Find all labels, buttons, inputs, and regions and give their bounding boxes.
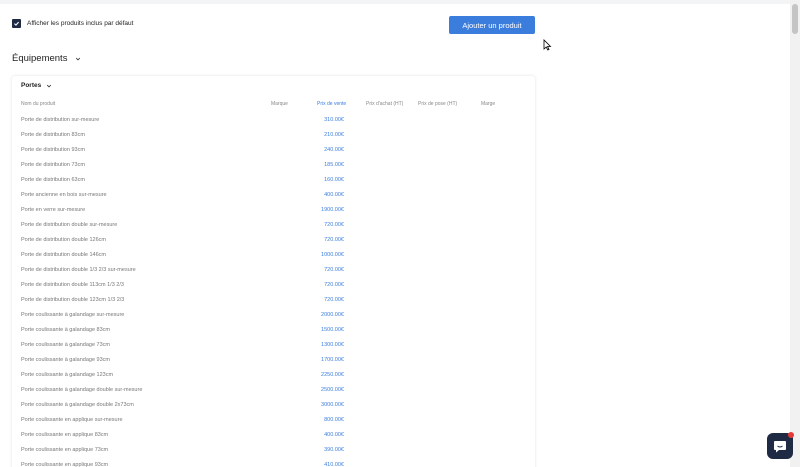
product-sale-price[interactable]: 720.00€ bbox=[312, 222, 344, 228]
table-row[interactable]: Porte coulissante à galandage 123cm 2250.… bbox=[12, 372, 535, 387]
product-sale-price[interactable]: 310.00€ bbox=[312, 117, 344, 123]
product-name: Porte de distribution 83cm bbox=[21, 132, 85, 138]
table-row[interactable]: Porte coulissante à galandage double 2x7… bbox=[12, 402, 535, 417]
product-name: Porte coulissante en applique 83cm bbox=[21, 432, 109, 438]
table-row[interactable]: Porte coulissante à galandage 83cm 1500.0… bbox=[12, 327, 535, 342]
product-sale-price[interactable]: 1300.00€ bbox=[312, 342, 344, 348]
card-title: Portes bbox=[21, 82, 42, 89]
product-name: Porte coulissante en applique 93cm bbox=[21, 462, 109, 467]
page-scrollbar[interactable] bbox=[790, 0, 800, 467]
product-sale-price[interactable]: 3000.00€ bbox=[312, 402, 344, 408]
table-row[interactable]: Porte de distribution 83cm 210.00€ bbox=[12, 132, 535, 147]
table-row[interactable]: Porte coulissante en applique 83cm 400.00… bbox=[12, 432, 535, 447]
table-row[interactable]: Porte de distribution 93cm 240.00€ bbox=[12, 147, 535, 162]
product-name: Porte coulissante en applique sur-mesure bbox=[21, 417, 123, 423]
product-sale-price[interactable]: 2000.00€ bbox=[312, 312, 344, 318]
table-row[interactable]: Porte de distribution double 146cm 1000.0… bbox=[12, 252, 535, 267]
top-bar bbox=[0, 0, 790, 4]
product-sale-price[interactable]: 400.00€ bbox=[312, 192, 344, 198]
table-row[interactable]: Porte de distribution double 113cm 1/3 2… bbox=[12, 282, 535, 297]
product-name: Porte de distribution sur-mesure bbox=[21, 117, 100, 123]
table-row[interactable]: Porte ancienne en bois sur-mesure 400.00€ bbox=[12, 192, 535, 207]
column-header-purchase-price[interactable]: Prix d'achat (HT) bbox=[366, 101, 403, 107]
product-sale-price[interactable]: 410.00€ bbox=[312, 462, 344, 467]
table-row[interactable]: Porte coulissante en applique 73cm 390.00… bbox=[12, 447, 535, 462]
product-sale-price[interactable]: 2500.00€ bbox=[312, 387, 344, 393]
section-title: Équipements bbox=[12, 53, 68, 64]
product-sale-price[interactable]: 1500.00€ bbox=[312, 327, 344, 333]
column-header-brand[interactable]: Marque bbox=[271, 101, 288, 107]
checkbox-checked-icon[interactable] bbox=[12, 19, 21, 28]
product-sale-price[interactable]: 240.00€ bbox=[312, 147, 344, 153]
column-header-sale-price[interactable]: Prix de vente bbox=[317, 101, 346, 107]
product-sale-price[interactable]: 390.00€ bbox=[312, 447, 344, 453]
product-name: Porte coulissante à galandage double sur… bbox=[21, 387, 143, 393]
table-row[interactable]: Porte coulissante en applique sur-mesure… bbox=[12, 417, 535, 432]
table-row[interactable]: Porte de distribution double 123cm 1/3 2… bbox=[12, 297, 535, 312]
product-name: Porte de distribution 93cm bbox=[21, 147, 85, 153]
notification-dot bbox=[788, 432, 794, 438]
product-sale-price[interactable]: 800.00€ bbox=[312, 417, 344, 423]
product-name: Porte coulissante à galandage 73cm bbox=[21, 342, 110, 348]
product-sale-price[interactable]: 160.00€ bbox=[312, 177, 344, 183]
product-name: Porte de distribution double 113cm 1/3 2… bbox=[21, 282, 124, 288]
chat-bubble-icon bbox=[774, 440, 786, 452]
product-name: Porte de distribution 63cm bbox=[21, 177, 85, 183]
product-sale-price[interactable]: 720.00€ bbox=[312, 267, 344, 273]
product-name: Porte de distribution double 146cm bbox=[21, 252, 106, 258]
column-header-margin[interactable]: Marge bbox=[481, 101, 495, 107]
product-name: Porte en verre sur-mesure bbox=[21, 207, 86, 213]
product-name: Porte coulissante à galandage 93cm bbox=[21, 357, 110, 363]
product-sale-price[interactable]: 720.00€ bbox=[312, 282, 344, 288]
product-sale-price[interactable]: 2250.00€ bbox=[312, 372, 344, 378]
product-name: Porte de distribution double sur-mesure bbox=[21, 222, 118, 228]
product-sale-price[interactable]: 185.00€ bbox=[312, 162, 344, 168]
add-product-button[interactable]: Ajouter un produit bbox=[449, 16, 535, 34]
scrollbar-thumb[interactable] bbox=[792, 4, 798, 34]
product-name: Porte coulissante à galandage sur-mesure bbox=[21, 312, 125, 318]
table-row[interactable]: Porte coulissante à galandage 73cm 1300.0… bbox=[12, 342, 535, 357]
card-header-portes[interactable]: Portes bbox=[21, 82, 52, 89]
table-row[interactable]: Porte de distribution double 126cm 720.00… bbox=[12, 237, 535, 252]
table-row[interactable]: Porte de distribution sur-mesure 310.00€ bbox=[12, 117, 535, 132]
product-name: Porte de distribution double 123cm 1/3 2… bbox=[21, 297, 125, 303]
show-included-toggle[interactable]: Afficher les produits inclus par défaut bbox=[12, 19, 133, 28]
product-name: Porte ancienne en bois sur-mesure bbox=[21, 192, 107, 198]
product-sale-price[interactable]: 720.00€ bbox=[312, 237, 344, 243]
table-row[interactable]: Porte de distribution double 1/3 2/3 sur… bbox=[12, 267, 535, 282]
table-row[interactable]: Porte coulissante à galandage 93cm 1700.0… bbox=[12, 357, 535, 372]
product-sale-price[interactable]: 720.00€ bbox=[312, 297, 344, 303]
chevron-down-icon bbox=[76, 57, 81, 60]
product-sale-price[interactable]: 1900.00€ bbox=[312, 207, 344, 213]
product-sale-price[interactable]: 210.00€ bbox=[312, 132, 344, 138]
table-row[interactable]: Porte de distribution 63cm 160.00€ bbox=[12, 177, 535, 192]
column-header-install-price[interactable]: Prix de pose (HT) bbox=[418, 101, 457, 107]
product-name: Porte de distribution double 126cm bbox=[21, 237, 106, 243]
product-name: Porte coulissante à galandage 83cm bbox=[21, 327, 110, 333]
column-header-name[interactable]: Nom du produit bbox=[21, 101, 55, 107]
table-row[interactable]: Porte en verre sur-mesure 1900.00€ bbox=[12, 207, 535, 222]
table-row[interactable]: Porte coulissante en applique 93cm 410.00… bbox=[12, 462, 535, 467]
products-card: Portes Nom du produit Marque Prix de ven… bbox=[12, 76, 535, 467]
chevron-down-icon bbox=[47, 84, 52, 87]
table-row[interactable]: Porte coulissante à galandage sur-mesure… bbox=[12, 312, 535, 327]
table-row[interactable]: Porte de distribution 73cm 185.00€ bbox=[12, 162, 535, 177]
product-name: Porte coulissante à galandage 123cm bbox=[21, 372, 114, 378]
product-sale-price[interactable]: 1700.00€ bbox=[312, 357, 344, 363]
table-row[interactable]: Porte coulissante à galandage double sur… bbox=[12, 387, 535, 402]
product-sale-price[interactable]: 400.00€ bbox=[312, 432, 344, 438]
product-name: Porte coulissante à galandage double 2x7… bbox=[21, 402, 134, 408]
mouse-cursor-icon bbox=[543, 38, 552, 56]
table-row[interactable]: Porte de distribution double sur-mesure 7… bbox=[12, 222, 535, 237]
product-sale-price[interactable]: 1000.00€ bbox=[312, 252, 344, 258]
product-name: Porte coulissante en applique 73cm bbox=[21, 447, 109, 453]
show-included-label: Afficher les produits inclus par défaut bbox=[27, 20, 134, 27]
product-name: Porte de distribution 73cm bbox=[21, 162, 85, 168]
section-equipements[interactable]: Équipements bbox=[12, 53, 81, 64]
product-name: Porte de distribution double 1/3 2/3 sur… bbox=[21, 267, 136, 273]
